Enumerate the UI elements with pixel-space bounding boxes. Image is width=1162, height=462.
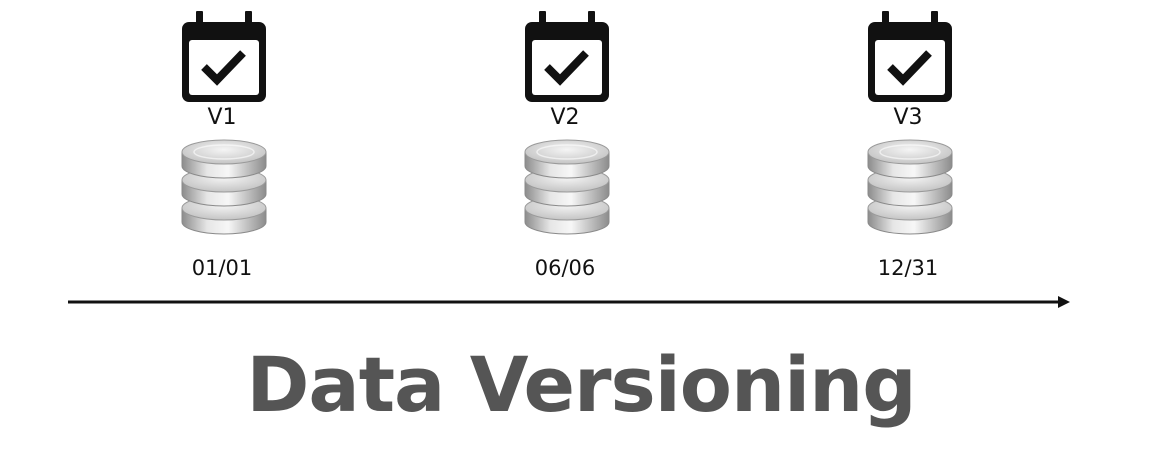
version-date: 01/01 [191, 256, 253, 280]
version-block-v3: V3 12/31 [838, 0, 978, 290]
arrow-head-icon [1058, 296, 1070, 308]
calendar-check-icon [523, 10, 611, 104]
version-label: V3 [893, 105, 923, 130]
database-icon [519, 136, 615, 240]
calendar-check-icon [866, 10, 954, 104]
database-icon [862, 136, 958, 240]
version-date: 06/06 [534, 256, 596, 280]
version-block-v1: V1 01/01 [152, 0, 292, 290]
version-label: V1 [207, 105, 237, 130]
calendar-check-icon [180, 10, 268, 104]
version-date: 12/31 [877, 256, 939, 280]
version-label: V2 [550, 105, 580, 130]
version-block-v2: V2 06/06 [495, 0, 635, 290]
database-icon [176, 136, 272, 240]
diagram-title: Data Versioning [246, 340, 916, 429]
timeline-arrow [68, 296, 1070, 308]
